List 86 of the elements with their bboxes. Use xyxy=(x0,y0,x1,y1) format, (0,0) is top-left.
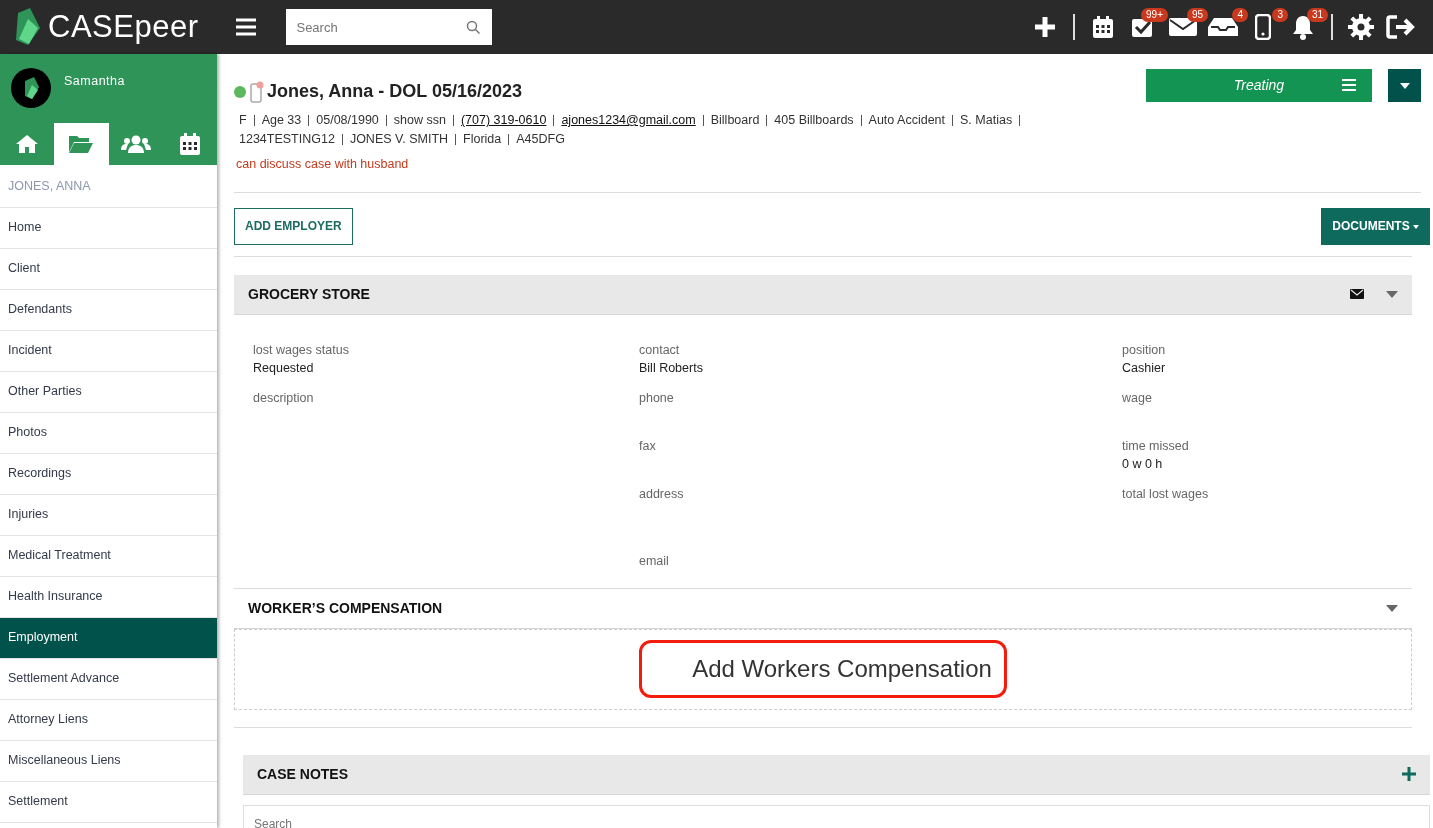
case-detail: JONES V. SMITH xyxy=(349,131,449,148)
case-detail: S. Matias xyxy=(960,112,1013,129)
user-name: Samantha xyxy=(64,73,125,90)
sidebar-item[interactable]: Miscellaneous Liens xyxy=(0,740,217,782)
section-title: WORKER’S COMPENSATION xyxy=(248,598,444,618)
case-detail: F xyxy=(239,112,247,129)
field-label: phone xyxy=(639,389,675,406)
caret-icon xyxy=(1413,225,1419,230)
field-label: contact xyxy=(639,341,681,358)
calendar-icon[interactable] xyxy=(1092,15,1114,39)
case-title: Jones, Anna - DOL 05/16/2023 xyxy=(267,80,523,103)
sidebar-item[interactable]: Photos xyxy=(0,412,217,454)
sidebar-item[interactable]: Recordings xyxy=(0,453,217,495)
case-detail: A45DFG xyxy=(516,131,565,148)
sidebar-item[interactable]: Incident xyxy=(0,330,217,372)
sidebar-item[interactable]: Home xyxy=(0,207,217,249)
add-employer-button[interactable]: ADD EMPLOYER xyxy=(234,207,353,245)
case-detail-link[interactable]: (707) 319-0610 xyxy=(460,111,547,130)
mail-icon[interactable] xyxy=(1350,289,1364,300)
field-value: Requested xyxy=(253,359,315,377)
caret-icon[interactable] xyxy=(1386,604,1398,612)
people-icon xyxy=(120,134,151,154)
field-label: total lost wages xyxy=(1122,485,1209,502)
sidebar-heading: JONES, ANNA xyxy=(0,165,217,208)
case-detail: 1234TESTING12 xyxy=(239,131,335,148)
home-icon xyxy=(15,134,40,154)
caret-icon[interactable] xyxy=(1386,290,1398,298)
case-detail: Age 33 xyxy=(261,112,302,129)
menu-icon xyxy=(1342,79,1356,91)
count-badge: 95 xyxy=(1186,8,1208,22)
sidebar-item[interactable]: Medical Treatment xyxy=(0,535,217,577)
count-badge: 3 xyxy=(1272,8,1288,22)
caret-icon xyxy=(1399,83,1410,90)
count-badge: 4 xyxy=(1232,8,1248,22)
sidebar-item[interactable]: Client xyxy=(0,248,217,290)
case-detail: 405 Billboards xyxy=(774,112,854,129)
sidebar-item[interactable]: Attorney Liens xyxy=(0,699,217,741)
field-label: position xyxy=(1122,341,1167,358)
sidebar-item[interactable]: Settlement xyxy=(0,781,217,823)
case-note: can discuss case with husband xyxy=(236,156,410,173)
field-value: 0 w 0 h xyxy=(1122,455,1164,473)
checkbox-icon[interactable] xyxy=(1131,16,1155,38)
field-label: lost wages status xyxy=(253,341,350,358)
sidebar-item[interactable]: Settlement Advance xyxy=(0,658,217,700)
documents-button[interactable]: DOCUMENTS xyxy=(1321,207,1430,245)
field-label: fax xyxy=(639,437,657,454)
add-workers-compensation-button[interactable]: Add Workers Compensation xyxy=(639,640,1007,699)
dropdown-button[interactable] xyxy=(1388,69,1421,102)
mobile-phone-icon xyxy=(250,80,264,103)
field-label: description xyxy=(253,389,315,406)
mail-icon[interactable] xyxy=(1169,17,1197,37)
mobile-phone-icon[interactable] xyxy=(1255,14,1271,40)
sidebar-item[interactable]: Other Parties xyxy=(0,371,217,413)
case-detail: show ssn xyxy=(393,112,446,129)
search-field[interactable]: Search xyxy=(243,804,1430,828)
section-title: GROCERY STORE xyxy=(248,284,371,304)
count-badge: 99+ xyxy=(1141,8,1168,22)
status-dot-icon xyxy=(234,85,246,98)
section-title: CASE NOTES xyxy=(257,764,349,784)
settings-icon[interactable] xyxy=(1348,14,1374,40)
folder-icon xyxy=(68,134,95,154)
sidebar-item[interactable]: Health Insurance xyxy=(0,576,217,618)
case-detail: Auto Accident xyxy=(868,112,946,129)
search-field[interactable]: Search xyxy=(286,9,493,45)
field-label: email xyxy=(639,552,670,569)
menu-icon[interactable] xyxy=(236,18,257,36)
field-label: address xyxy=(639,485,685,502)
avatar-icon xyxy=(11,68,51,108)
calendar-icon xyxy=(178,132,201,156)
inbox-tray-icon[interactable] xyxy=(1208,17,1238,37)
field-value: Bill Roberts xyxy=(639,359,704,377)
case-detail-link[interactable]: ajones1234@gmail.com xyxy=(561,111,696,130)
search-icon xyxy=(466,20,481,34)
field-value: Cashier xyxy=(1122,359,1167,377)
sidebar-item[interactable]: Injuries xyxy=(0,494,217,536)
field-label: wage xyxy=(1122,389,1153,406)
case-detail: 05/08/1990 xyxy=(316,112,379,129)
logout-icon[interactable] xyxy=(1386,15,1416,39)
count-badge: 31 xyxy=(1306,8,1328,22)
case-detail: Florida xyxy=(463,131,502,148)
field-label: time missed xyxy=(1122,437,1190,454)
sidebar-item[interactable]: Employment xyxy=(0,617,217,659)
sidebar-item[interactable]: Defendants xyxy=(0,289,217,331)
status-button[interactable]: Treating xyxy=(1146,69,1372,102)
logo-text: CASEpeer xyxy=(48,7,199,46)
case-detail: Billboard xyxy=(710,112,760,129)
